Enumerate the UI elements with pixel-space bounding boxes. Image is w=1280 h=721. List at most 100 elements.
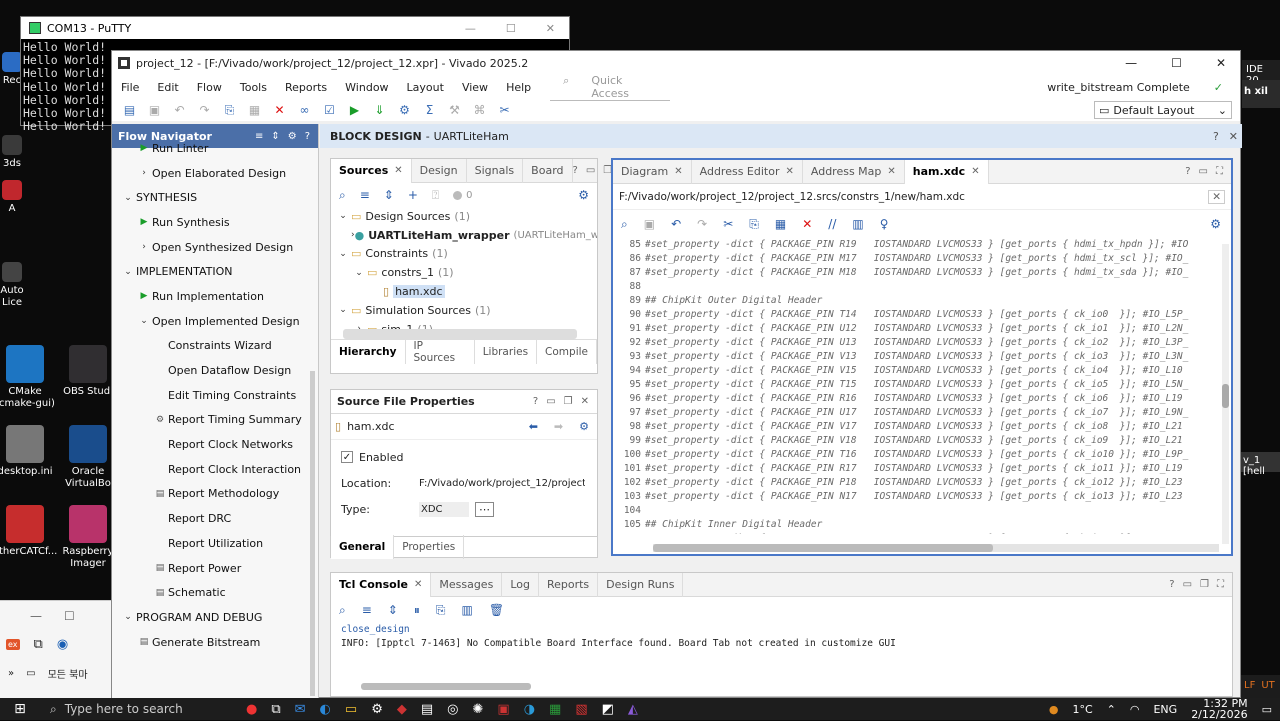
forward-icon[interactable]: ➡	[554, 420, 563, 433]
flow-nav-item[interactable]: Report DRC	[112, 506, 318, 531]
minimize-icon[interactable]: —	[465, 22, 476, 35]
maximize-icon[interactable]: ⛶	[1216, 166, 1223, 177]
sigma-icon[interactable]: Σ	[422, 103, 437, 118]
expand-all-icon[interactable]: ⇕	[388, 603, 398, 617]
vivado-taskbar-icon[interactable]: ◩	[602, 702, 614, 717]
maximize-icon[interactable]: ☐	[506, 22, 516, 35]
vivado-titlebar[interactable]: project_12 - [F:/Vivado/work/project_12/…	[112, 51, 1240, 75]
tree-item[interactable]: ▯ ham.xdc	[335, 282, 597, 301]
flow-nav-item[interactable]: Open Dataflow Design	[112, 358, 318, 383]
ssc-icon[interactable]: ▣	[497, 702, 509, 717]
close-icon[interactable]: ✕	[581, 396, 589, 407]
binoculars-icon[interactable]: ∞	[297, 103, 312, 118]
maximize-icon[interactable]: ☐	[64, 609, 75, 623]
save-icon[interactable]: ▣	[644, 217, 655, 231]
tab-signals[interactable]: Signals	[467, 158, 524, 183]
tab-design-runs[interactable]: Design Runs	[598, 572, 684, 597]
visual-studio-icon[interactable]: ◭	[628, 702, 638, 717]
close-icon[interactable]: ✕	[887, 166, 895, 177]
terminal-icon[interactable]: ▤	[421, 702, 433, 717]
minimize-icon[interactable]: —	[30, 609, 42, 623]
desktop-icon[interactable]: A	[0, 180, 24, 215]
settings-icon[interactable]: ⚙	[578, 188, 589, 202]
help-icon[interactable]: ?	[573, 165, 578, 176]
maximize-icon[interactable]: ⛶	[1217, 579, 1224, 590]
help-icon[interactable]: ?	[1213, 130, 1219, 143]
chrome-icon[interactable]: ●	[246, 702, 257, 717]
menu-tools[interactable]: Tools	[231, 81, 276, 94]
chevron-up-icon[interactable]: ⌃	[1107, 703, 1116, 716]
tab-address-map[interactable]: Address Map ✕	[803, 159, 905, 184]
menu-view[interactable]: View	[453, 81, 497, 94]
flow-nav-item[interactable]: › Open Synthesized Design	[112, 235, 318, 260]
tab-log[interactable]: Log	[502, 572, 539, 597]
flow-nav-item[interactable]: ▶ Run Implementation	[112, 284, 318, 309]
clock[interactable]: 1:32 PM 2/12/2026	[1191, 698, 1247, 720]
editor-h-thumb[interactable]	[653, 544, 993, 552]
close-icon[interactable]: ✕	[414, 579, 422, 590]
browser-icon[interactable]: ◑	[524, 702, 535, 717]
close-icon[interactable]: ✕	[394, 165, 402, 176]
tab-general[interactable]: General	[331, 535, 395, 559]
help-icon[interactable]: ?	[1169, 579, 1174, 590]
minimize-icon[interactable]: ▭	[546, 396, 555, 407]
maximize-icon[interactable]: ☐	[1171, 56, 1182, 70]
outlook-icon[interactable]: ✉	[295, 702, 306, 717]
tree-item[interactable]: ›▭ sim_1 (1)	[335, 320, 597, 329]
chevron-down-icon[interactable]: ⌄	[335, 249, 351, 259]
search-icon[interactable]: ⌕	[339, 188, 346, 203]
tab-address-editor[interactable]: Address Editor ✕	[692, 159, 803, 184]
copy-icon[interactable]: ⎘	[436, 603, 446, 618]
warning-icon[interactable]: ⍰	[432, 188, 439, 203]
minimize-icon[interactable]: —	[1125, 56, 1137, 70]
sources-h-scrollbar[interactable]	[343, 329, 577, 339]
columns-icon[interactable]: ▥	[852, 217, 863, 231]
tab-ham-xdc[interactable]: ham.xdc ✕	[904, 159, 989, 184]
checklist-icon[interactable]: ☑	[322, 103, 337, 118]
extension-icon[interactable]: ex	[6, 639, 20, 650]
restore-icon[interactable]: ❐	[1200, 579, 1209, 590]
enabled-checkbox[interactable]: ✓	[341, 451, 353, 463]
menu-flow[interactable]: Flow	[188, 81, 231, 94]
tab-properties[interactable]: Properties	[394, 535, 465, 559]
app-icon[interactable]: ◆	[397, 702, 407, 717]
diagram-icon[interactable]: ⌘	[472, 103, 487, 118]
settings-icon[interactable]: ⚙	[288, 131, 297, 142]
flow-nav-item[interactable]: ⌄ SYNTHESIS	[112, 185, 318, 210]
flow-navigator-scrollbar[interactable]	[310, 371, 315, 696]
quick-access-field[interactable]: ⌕ Quick Access	[550, 74, 671, 101]
program-icon[interactable]: ⇓	[372, 103, 387, 118]
redo-icon[interactable]: ↷	[697, 217, 707, 231]
more-button[interactable]: ⋯	[475, 501, 494, 517]
flow-nav-item[interactable]: Report Clock Networks	[112, 432, 318, 457]
chevron-down-icon[interactable]: ⌄	[351, 268, 367, 278]
tab-sources[interactable]: Sources ✕	[331, 158, 412, 183]
tab-design[interactable]: Design	[412, 158, 467, 183]
close-icon[interactable]: ✕	[1216, 56, 1226, 70]
search-icon[interactable]: ⌕	[621, 217, 628, 232]
desktop-icon[interactable]: desktop.ini	[0, 425, 60, 478]
tab-reports[interactable]: Reports	[539, 572, 599, 597]
close-icon[interactable]: ✕	[971, 166, 979, 177]
undo-icon[interactable]: ↶	[172, 103, 187, 118]
copy-icon[interactable]: ⎘	[222, 103, 237, 118]
delete-icon[interactable]: ✕	[272, 103, 287, 118]
cut-icon[interactable]: ✂	[723, 217, 733, 231]
flow-nav-item[interactable]: ▤ Report Methodology	[112, 482, 318, 507]
pause-icon[interactable]: ⏸	[414, 603, 420, 618]
code-editor[interactable]: 85 #set_property -dict { PACKAGE_PIN R19 …	[613, 238, 1231, 534]
tree-item[interactable]: ⌄ ▭ constrs_1 (1)	[335, 263, 597, 282]
add-icon[interactable]: +	[408, 188, 418, 202]
console-h-scrollbar[interactable]	[361, 683, 531, 690]
wand-icon[interactable]: ⚒	[447, 103, 462, 118]
menu-layout[interactable]: Layout	[398, 81, 453, 94]
collapse-all-icon[interactable]: ≡	[362, 603, 372, 617]
desktop-icon[interactable]: CMake (cmake-gui)	[0, 345, 60, 410]
chevron-right-icon[interactable]: ›	[351, 324, 367, 329]
back-icon[interactable]: ⬅	[529, 420, 538, 433]
pdf-icon[interactable]: ▧	[575, 702, 587, 717]
flow-nav-item[interactable]: › Open Elaborated Design	[112, 161, 318, 186]
tab-libraries[interactable]: Libraries	[475, 339, 538, 364]
expand-all-icon[interactable]: ⇕	[384, 188, 394, 202]
paste-icon[interactable]: ▦	[247, 103, 262, 118]
